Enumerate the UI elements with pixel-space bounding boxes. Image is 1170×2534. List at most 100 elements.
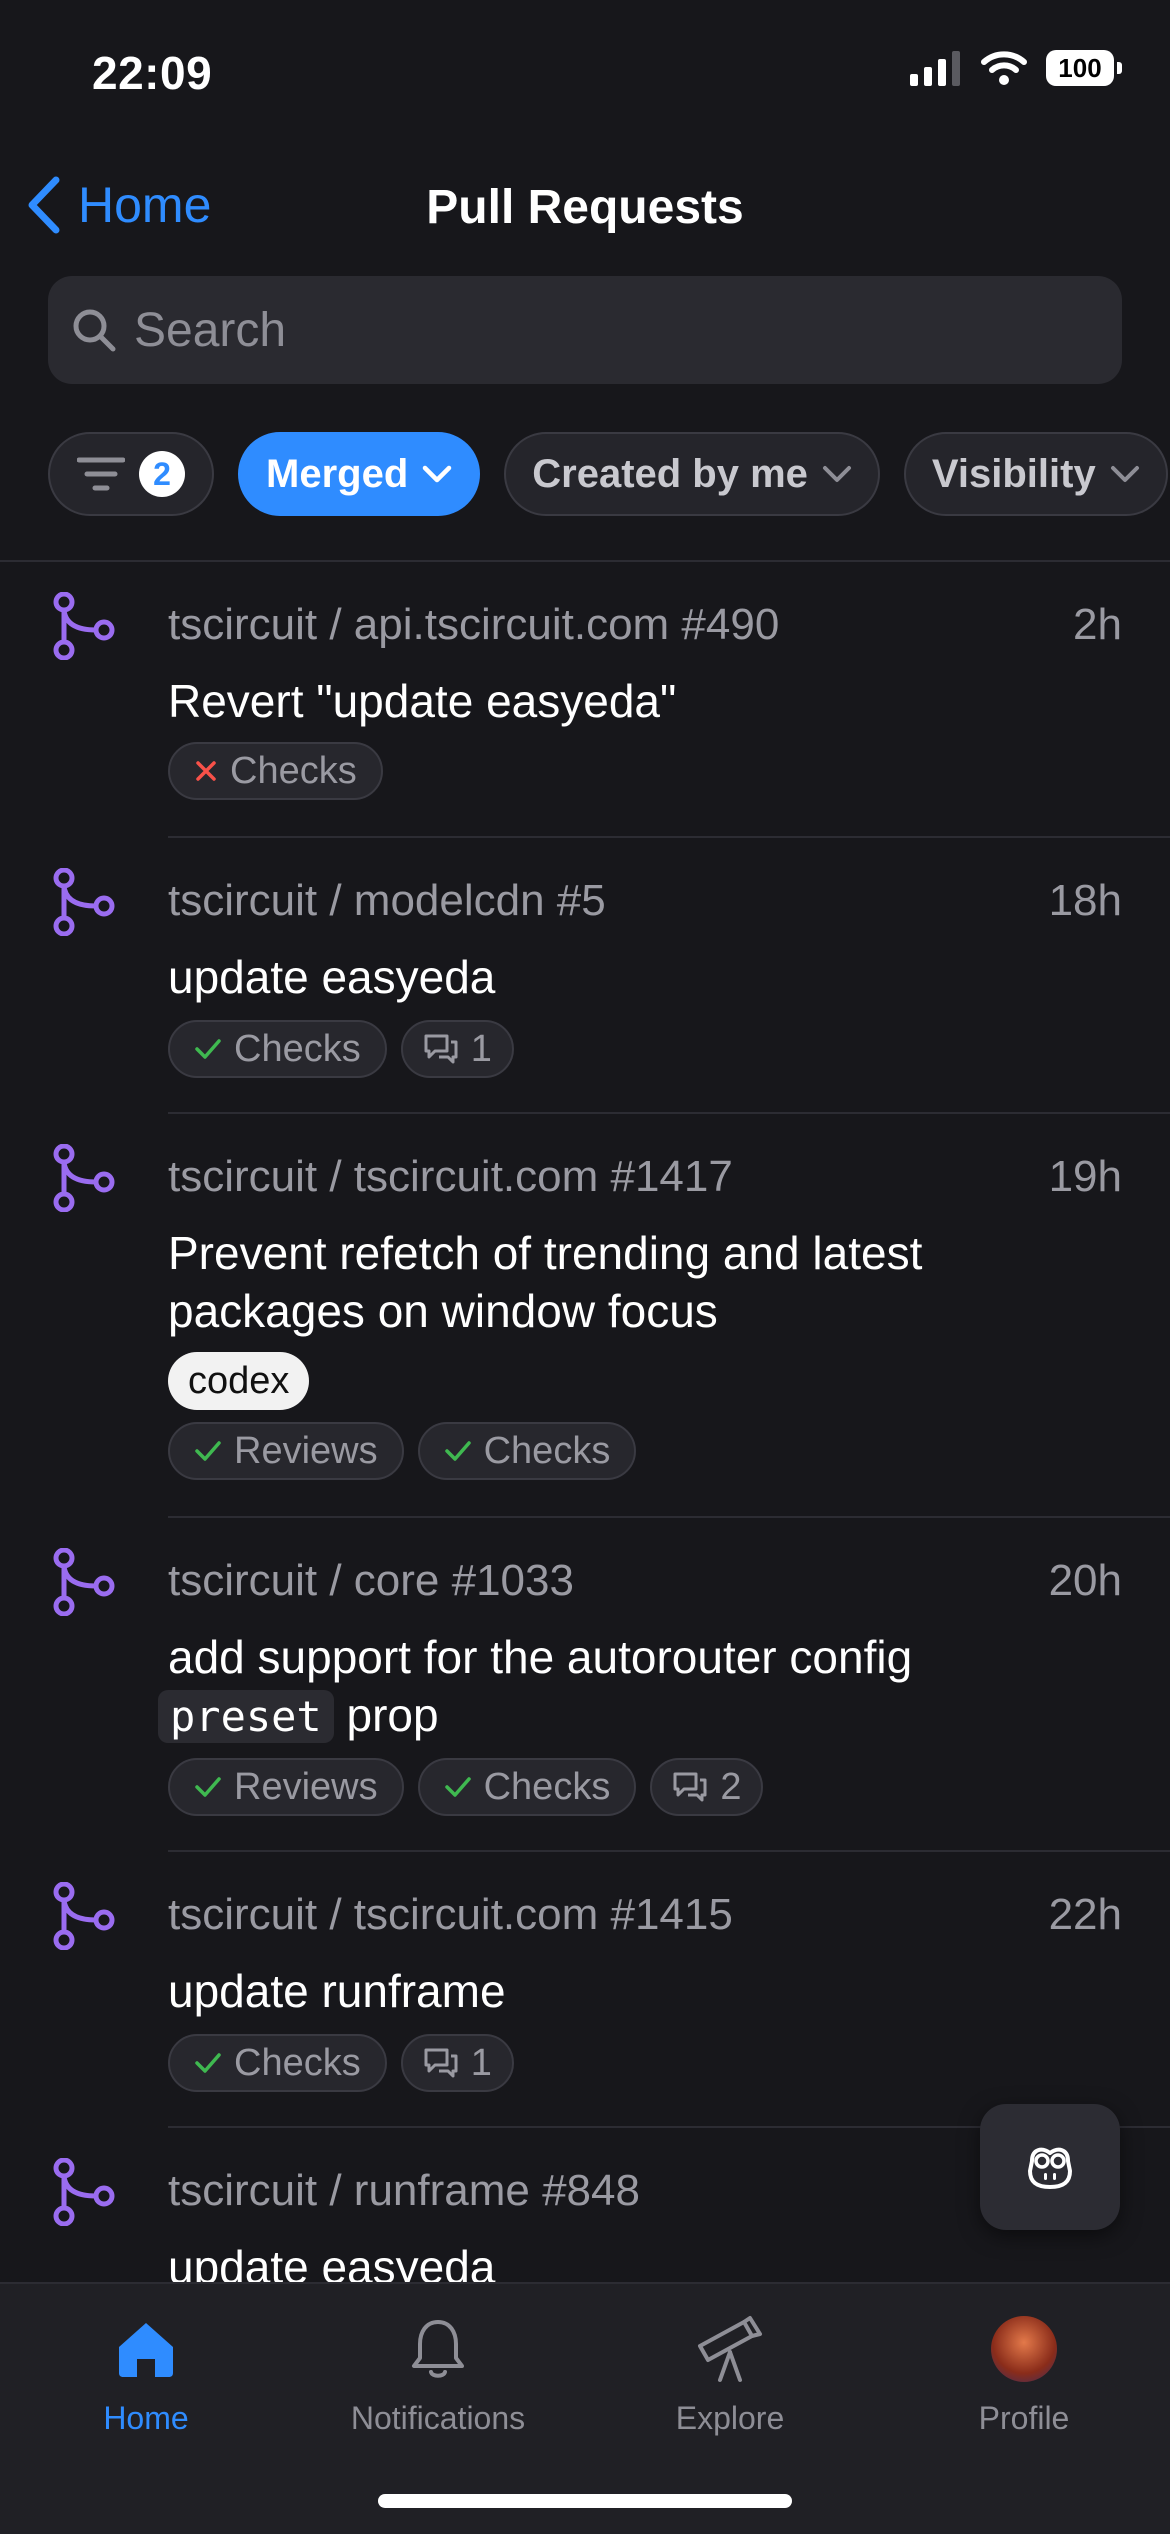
tab-label: Explore [675,2400,785,2436]
tab-profile[interactable]: Profile [894,2306,1154,2437]
comments-count: 2 [720,1765,742,1808]
tab-notifications[interactable]: Notifications [308,2306,568,2437]
pr-badges: Checks [168,742,383,800]
search-bar[interactable]: Search [48,276,1122,384]
check-icon [195,1039,221,1059]
avatar [991,2316,1057,2382]
status-time: 22:09 [92,47,213,99]
pr-repo: tscircuit / core #1033 [168,1556,574,1605]
reviews-badge: Reviews [168,1422,404,1480]
pr-title-text: add support for the autorouter config [168,1631,913,1683]
pr-repo: tscircuit / runframe #848 [168,2166,640,2215]
search-input[interactable]: Search [134,303,286,358]
reviews-badge: Reviews [168,1758,404,1816]
chevron-down-icon [822,466,851,482]
pr-time: 2h [1073,600,1122,649]
merged-icon [53,868,115,936]
house-icon [119,2323,173,2377]
tab-label: Notifications [350,2400,526,2436]
telescope-icon [698,2316,762,2382]
checks-badge: Checks [168,742,383,800]
check-icon [195,1777,221,1797]
comments-badge: 1 [400,1020,514,1078]
reviews-label: Reviews [234,1429,378,1472]
pr-time: 18h [1048,876,1122,925]
pr-badges: Checks 1 [168,1020,514,1078]
merged-icon [53,1882,115,1950]
filter-bar: 2 Merged Created by me Visibility [48,432,1168,516]
label-chip[interactable]: codex [168,1352,310,1410]
pr-badges: Checks 1 [168,2034,514,2092]
pr-title: update easyeda [168,2241,496,2282]
chevron-left-icon [28,176,60,234]
filter-chip-label: Created by me [532,451,808,496]
checks-badge: Checks [417,1422,637,1480]
battery-level: 100 [1058,52,1102,83]
pr-time: 19h [1048,1152,1122,1201]
tab-label: Home [103,2400,189,2436]
copilot-button[interactable] [980,2104,1120,2230]
pr-title: update easyeda [168,951,496,1003]
filter-icon [77,457,125,491]
merged-icon [53,1144,115,1212]
reviews-label: Reviews [234,1765,378,1808]
tab-home[interactable]: Home [16,2306,276,2437]
search-icon [73,309,116,352]
pull-request-row[interactable]: tscircuit / tscircuit.com #1415 22h upda… [0,1852,1170,2128]
pr-repo: tscircuit / api.tscircuit.com #490 [168,600,780,649]
checks-label: Checks [483,1429,611,1472]
pr-time: 22h [1048,1890,1122,1939]
cellular-signal-icon [910,51,960,86]
pr-time: 20h [1048,1556,1122,1605]
filter-chip-merged[interactable]: Merged [238,432,481,516]
pr-repo: tscircuit / tscircuit.com #1415 [168,1890,733,1939]
checks-label: Checks [234,1027,361,1070]
check-icon [444,1441,471,1461]
checks-badge: Checks [417,1758,637,1816]
pr-badges: Reviews Checks [168,1422,637,1480]
pull-request-row[interactable]: tscircuit / api.tscircuit.com #490 2h Re… [0,562,1170,838]
bell-icon [412,2320,464,2378]
back-button[interactable]: Home [26,176,211,234]
comment-icon [424,2048,458,2078]
filter-chip-label: Merged [266,451,409,496]
checks-badge: Checks [168,1020,387,1078]
pr-repo: tscircuit / modelcdn #5 [168,876,606,925]
battery-icon: 100 [1046,50,1122,86]
pr-repo: tscircuit / tscircuit.com #1417 [168,1152,733,1201]
pr-title: Revert "update easyeda" [168,675,677,727]
checks-label: Checks [234,2041,361,2084]
comments-badge: 1 [400,2034,514,2092]
comments-count: 1 [470,1027,492,1070]
filter-count-badge: 2 [139,451,185,497]
pull-request-row[interactable]: tscircuit / tscircuit.com #1417 19h Prev… [0,1114,1170,1518]
wifi-icon [981,51,1027,85]
status-icons: 100 [908,50,1122,86]
pr-badges: Reviews Checks 2 [168,1758,764,1816]
chevron-down-icon [423,465,452,483]
merged-icon [53,1548,115,1616]
pr-title: add support for the autorouter config pr… [158,1628,1048,1746]
copilot-icon [1028,2147,1072,2189]
filter-chip-label: Visibility [931,451,1096,496]
comment-icon [673,1772,707,1802]
merged-icon [53,592,115,660]
filter-options-button[interactable]: 2 [48,432,214,516]
merged-icon [53,2158,115,2226]
comments-badge: 2 [650,1758,764,1816]
pull-request-row[interactable]: tscircuit / core #1033 20h add support f… [0,1518,1170,1852]
comments-count: 1 [470,2041,492,2084]
checks-badge: Checks [168,2034,387,2092]
chevron-down-icon [1110,466,1139,482]
check-icon [195,2053,221,2073]
pull-request-row[interactable]: tscircuit / modelcdn #5 18h update easye… [0,838,1170,1114]
pr-title-code: preset [158,1690,334,1743]
filter-chip-created-by-me[interactable]: Created by me [504,432,880,516]
pr-title: update runframe [168,1965,506,2017]
check-icon [444,1777,471,1797]
pr-title-text: prop [346,1689,439,1741]
checks-label: Checks [483,1765,611,1808]
filter-chip-visibility[interactable]: Visibility [903,432,1168,516]
tab-explore[interactable]: Explore [600,2306,860,2437]
back-label: Home [78,177,212,233]
